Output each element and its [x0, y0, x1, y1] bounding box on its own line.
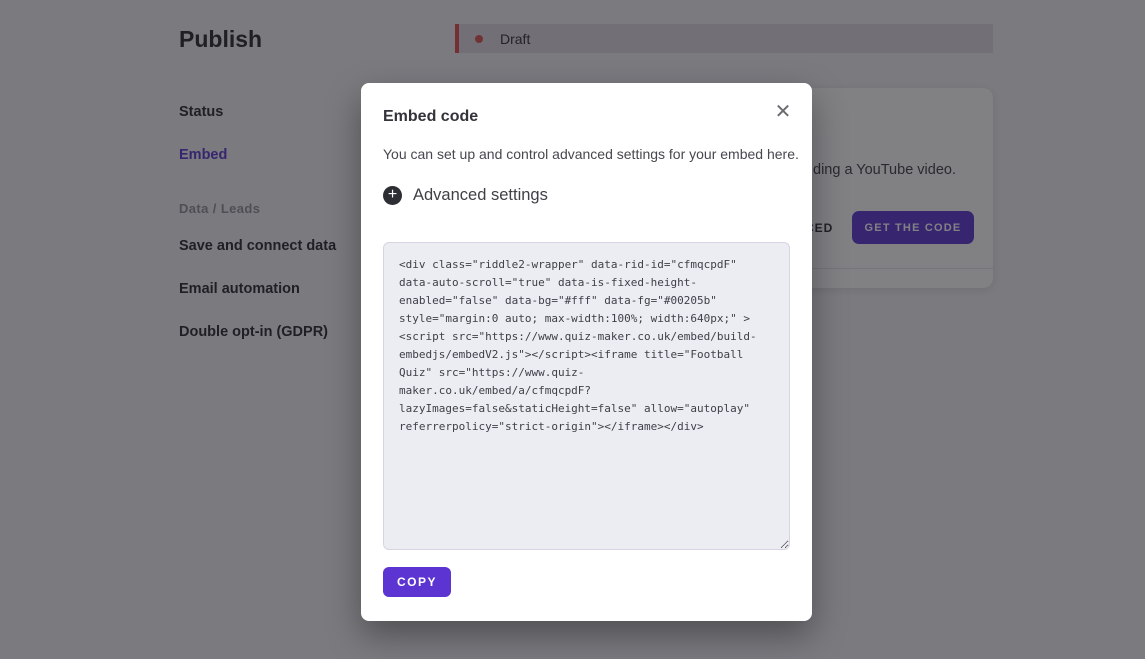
publish-page: Publish Draft Status Embed Data / Leads … — [0, 0, 1145, 659]
modal-description: You can set up and control advanced sett… — [383, 146, 799, 162]
advanced-settings-toggle[interactable]: + Advanced settings — [383, 186, 548, 205]
close-icon: ✕ — [775, 101, 792, 123]
plus-circle-icon: + — [383, 186, 402, 205]
advanced-settings-label: Advanced settings — [413, 186, 548, 205]
modal-title: Embed code — [383, 108, 478, 126]
embed-code-textarea[interactable]: <div class="riddle2-wrapper" data-rid-id… — [383, 242, 790, 550]
embed-code-modal: Embed code ✕ You can set up and control … — [361, 83, 812, 621]
copy-button[interactable]: COPY — [383, 567, 451, 597]
close-button[interactable]: ✕ — [768, 97, 798, 127]
